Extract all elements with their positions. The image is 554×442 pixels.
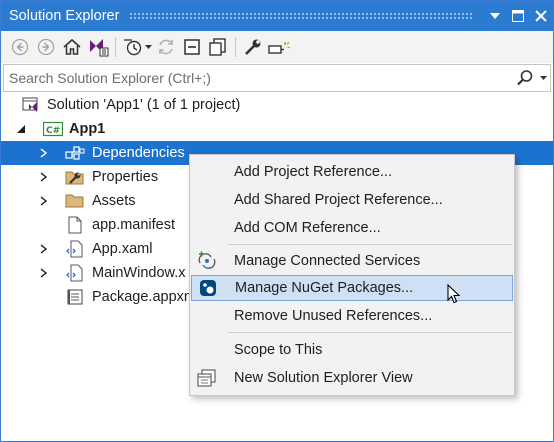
search-button[interactable] [514, 69, 536, 87]
title-bar-grip[interactable] [129, 12, 472, 20]
menu-separator [228, 244, 512, 245]
menu-item-manage-connected-services[interactable]: Manage Connected Services [191, 248, 513, 274]
manifest-file-icon [65, 213, 85, 237]
show-all-files-icon [209, 38, 226, 56]
tree-item-label: Solution 'App1' (1 of 1 project) [47, 97, 241, 113]
toolbar-separator [235, 37, 236, 57]
package-manifest-icon [65, 285, 85, 309]
preview-button[interactable] [266, 34, 292, 60]
solution-icon [21, 93, 41, 117]
toolbar-separator [115, 37, 116, 57]
home-button[interactable] [59, 34, 85, 60]
expander-collapsed[interactable] [37, 237, 49, 261]
properties-button[interactable] [240, 34, 266, 60]
toolbar [1, 31, 553, 63]
solution-explorer-window: Solution Explorer Search Solution Explor… [0, 0, 554, 442]
tree-item-label: Properties [92, 169, 159, 185]
window-dropdown-button[interactable] [484, 5, 506, 27]
home-icon [63, 38, 81, 55]
tree-item-label: App1 [69, 121, 106, 137]
back-icon [11, 38, 29, 56]
expanded-arrow-icon [17, 125, 25, 133]
dropdown-icon [490, 13, 500, 19]
connected-services-icon [197, 251, 217, 271]
title-bar: Solution Explorer [1, 1, 553, 31]
menu-item-add-project-reference[interactable]: Add Project Reference... [191, 159, 513, 185]
nuget-icon [198, 278, 218, 298]
sync-button[interactable] [153, 34, 179, 60]
tree-item-label: MainWindow.x [92, 265, 186, 281]
expander-collapsed[interactable] [37, 165, 49, 189]
menu-item-label: Manage NuGet Packages... [235, 280, 414, 296]
switch-views-button[interactable] [85, 34, 111, 60]
properties-icon [245, 39, 261, 55]
collapsed-arrow-icon [40, 196, 47, 206]
collapse-all-icon [184, 39, 200, 55]
menu-item-label: Add COM Reference... [234, 220, 381, 236]
forward-icon [37, 38, 55, 56]
maximize-icon [512, 10, 524, 22]
tree-item-label: Package.appxn [92, 289, 192, 305]
search-input[interactable] [4, 66, 514, 90]
pending-changes-dropdown[interactable] [143, 45, 153, 49]
back-button[interactable] [7, 34, 33, 60]
close-icon [535, 10, 547, 22]
menu-item-add-com-reference[interactable]: Add COM Reference... [191, 215, 513, 241]
properties-folder-icon [65, 165, 85, 189]
menu-separator [228, 332, 512, 333]
search-icon [517, 70, 533, 86]
tree-item-project[interactable]: C# App1 [1, 117, 553, 141]
xaml-file-icon [65, 261, 85, 285]
project-badge: C# [46, 126, 60, 136]
context-menu: Add Project Reference... Add Shared Proj… [189, 154, 515, 396]
menu-item-label: Add Project Reference... [234, 164, 392, 180]
menu-item-label: Add Shared Project Reference... [234, 192, 443, 208]
dependencies-icon [65, 141, 85, 165]
menu-item-label: Manage Connected Services [234, 253, 421, 269]
window-close-button[interactable] [530, 5, 552, 27]
tree-item-label: app.manifest [92, 217, 176, 233]
mouse-cursor-icon [447, 284, 461, 304]
show-all-files-button[interactable] [205, 34, 231, 60]
csharp-project-icon: C# [43, 117, 63, 141]
menu-item-label: New Solution Explorer View [234, 370, 413, 386]
collapsed-arrow-icon [40, 268, 47, 278]
tree-item-label: Dependencies [92, 145, 185, 161]
expander-collapsed[interactable] [37, 189, 49, 213]
window-title: Solution Explorer [9, 8, 120, 24]
tree-item-label: App.xaml [92, 241, 153, 257]
pending-changes-filter-icon [124, 39, 142, 56]
tree-item-label: Assets [92, 193, 136, 209]
folder-icon [65, 189, 85, 213]
expander-collapsed[interactable] [37, 261, 49, 285]
sync-icon [159, 39, 173, 55]
forward-button[interactable] [33, 34, 59, 60]
menu-item-label: Remove Unused References... [234, 308, 433, 324]
search-options-dropdown[interactable] [536, 76, 550, 80]
chevron-down-icon [539, 76, 547, 80]
collapsed-arrow-icon [40, 244, 47, 254]
vs-switch-views-icon [90, 39, 109, 57]
new-view-icon [197, 368, 217, 388]
expander-expanded[interactable] [15, 117, 27, 141]
tree-item-solution[interactable]: Solution 'App1' (1 of 1 project) [1, 93, 553, 117]
expander-collapsed[interactable] [37, 141, 49, 165]
preview-icon [268, 41, 290, 54]
menu-item-label: Scope to This [234, 342, 323, 358]
menu-item-remove-unused-references[interactable]: Remove Unused References... [191, 303, 513, 329]
search-box[interactable] [3, 64, 551, 92]
xaml-file-icon [65, 237, 85, 261]
menu-item-scope-to-this[interactable]: Scope to This [191, 337, 513, 363]
collapse-all-button[interactable] [179, 34, 205, 60]
chevron-down-icon [144, 45, 152, 49]
window-maximize-button[interactable] [507, 5, 529, 27]
menu-item-add-shared-project-reference[interactable]: Add Shared Project Reference... [191, 187, 513, 213]
menu-item-new-solution-explorer-view[interactable]: New Solution Explorer View [191, 365, 513, 391]
menu-item-manage-nuget-packages[interactable]: Manage NuGet Packages... [191, 275, 513, 301]
collapsed-arrow-icon [40, 148, 47, 158]
collapsed-arrow-icon [40, 172, 47, 182]
